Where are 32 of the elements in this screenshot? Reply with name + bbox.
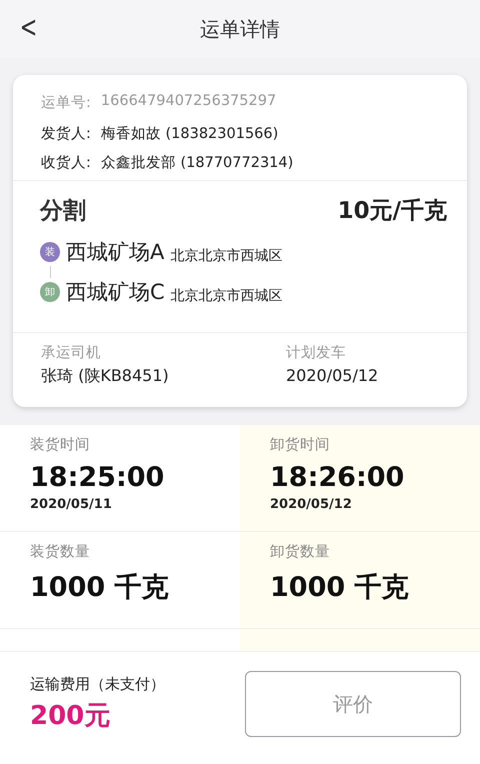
receiver-value: 众鑫批发部 (18770772314) [100,154,294,172]
fee-label: 运输费用（未支付） [30,675,165,694]
shipper-value: 梅香如故 (18382301566) [100,125,278,143]
detail-label: 装货时间 [30,436,91,454]
detail-value: 1000 千克 [30,571,170,605]
field-label: 收货人: [41,154,91,172]
detail-value: 1000 千克 [270,571,410,605]
detail-date: 2020/05/11 [30,497,113,512]
stop-badge: 卸 [40,282,60,302]
departure-label: 计划发车 [286,344,347,362]
detail-value: 18:25:00 [30,462,166,493]
waybill-number: 1666479407256375297 [100,93,276,111]
stop-address: 北京北京市西城区 [170,247,282,265]
stop-name: 西城矿场C [66,279,165,306]
field-label: 运单号: [41,94,91,112]
detail-label: 卸货数量 [270,543,331,561]
cargo-name: 分割 [40,197,86,226]
detail-label: 装货数量 [30,543,91,561]
fee-amount: 200元 [30,700,112,733]
price: 10元/千克 [338,197,447,226]
detail-label: 卸货时间 [270,436,331,454]
back-button[interactable]: < [16,10,42,45]
stop-address: 北京北京市西城区 [170,287,283,305]
departure-value: 2020/05/12 [286,366,378,385]
stop-badge: 装 [40,242,60,262]
stop-name: 西城矿场A [66,239,164,266]
driver-value: 张琦 (陕KB8451) [41,366,170,387]
page-title: 运单详情 [200,16,280,42]
driver-label: 承运司机 [41,344,102,362]
detail-value: 18:26:00 [270,462,406,493]
field-label: 发货人: [41,125,91,143]
detail-date: 2020/05/12 [270,497,353,512]
